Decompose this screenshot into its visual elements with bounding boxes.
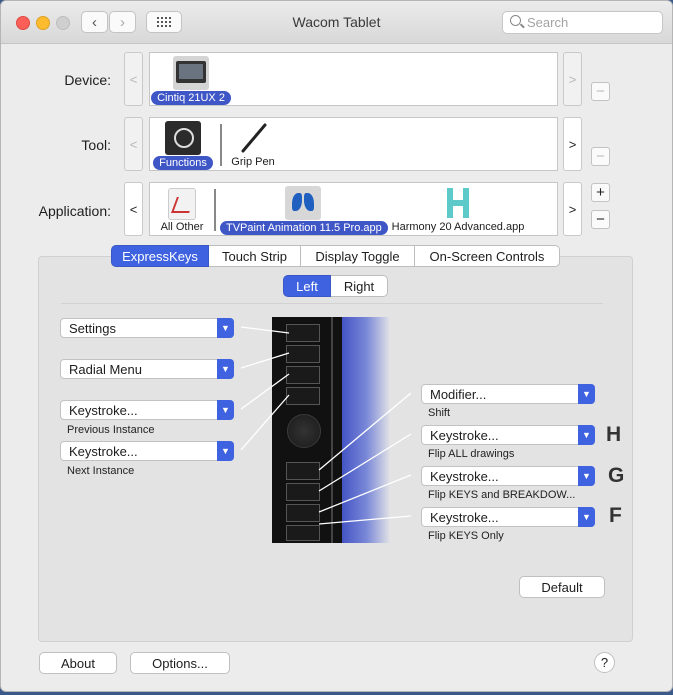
left-key-2-dropdown[interactable]: Radial Menu ▼ <box>60 359 234 379</box>
right-key-1-value: Modifier... <box>430 387 487 402</box>
default-button[interactable]: Default <box>519 576 605 598</box>
left-key-4-value: Keystroke... <box>69 444 138 459</box>
right-key-2-value: Keystroke... <box>430 428 499 443</box>
about-button[interactable]: About <box>39 652 117 674</box>
right-key-3-description: Flip KEYS and BREAKDOW... <box>428 489 576 501</box>
chevron-down-icon: ▼ <box>578 384 595 404</box>
right-key-2-description: Flip ALL drawings <box>428 448 515 460</box>
right-key-4-description: Flip KEYS Only <box>428 530 504 542</box>
left-key-2-value: Radial Menu <box>69 362 142 377</box>
right-key-3-letter: G <box>608 464 625 487</box>
left-key-1-dropdown[interactable]: Settings ▼ <box>60 318 234 338</box>
chevron-down-icon: ▼ <box>217 400 234 420</box>
chevron-down-icon: ▼ <box>217 441 234 461</box>
chevron-down-icon: ▼ <box>578 507 595 527</box>
right-key-2-letter: H <box>606 423 622 446</box>
chevron-down-icon: ▼ <box>217 318 234 338</box>
left-key-4-dropdown[interactable]: Keystroke... ▼ <box>60 441 234 461</box>
right-key-2-dropdown[interactable]: Keystroke... ▼ <box>421 425 595 445</box>
right-key-1-dropdown[interactable]: Modifier... ▼ <box>421 384 595 404</box>
wacom-window: ‹ › Wacom Tablet Search Device: < Cintiq… <box>0 0 673 692</box>
help-button[interactable]: ? <box>594 652 615 673</box>
left-key-4-description: Next Instance <box>67 465 135 477</box>
chevron-down-icon: ▼ <box>578 466 595 486</box>
right-key-1-description: Shift <box>428 407 451 419</box>
chevron-down-icon: ▼ <box>578 425 595 445</box>
right-key-3-dropdown[interactable]: Keystroke... ▼ <box>421 466 595 486</box>
options-button[interactable]: Options... <box>130 652 230 674</box>
left-key-1-value: Settings <box>69 321 116 336</box>
right-key-3-value: Keystroke... <box>430 469 499 484</box>
left-key-3-description: Previous Instance <box>67 424 155 436</box>
left-key-3-dropdown[interactable]: Keystroke... ▼ <box>60 400 234 420</box>
left-key-3-value: Keystroke... <box>69 403 138 418</box>
right-key-4-letter: F <box>609 504 622 527</box>
chevron-down-icon: ▼ <box>217 359 234 379</box>
right-key-4-dropdown[interactable]: Keystroke... ▼ <box>421 507 595 527</box>
right-key-4-value: Keystroke... <box>430 510 499 525</box>
